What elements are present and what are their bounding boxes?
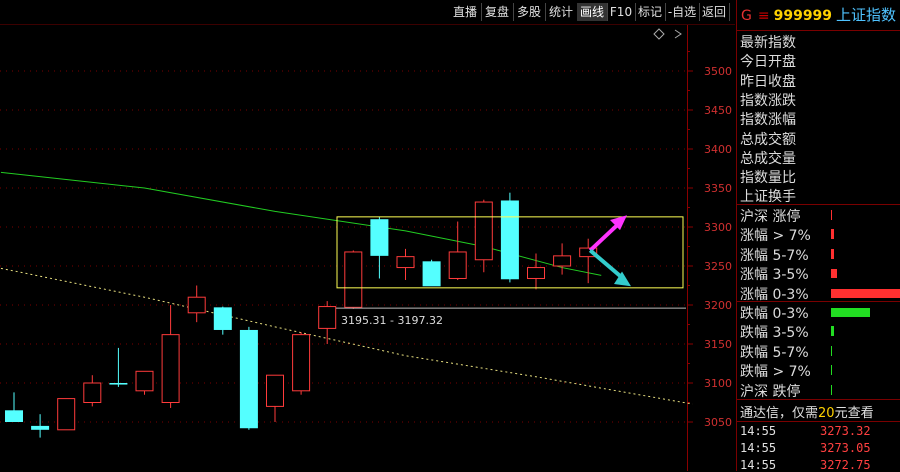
field-label: 指数量比 (740, 170, 796, 187)
y-tick-label: 3200 (704, 299, 732, 312)
stat-tick-up (831, 248, 834, 259)
toolbar-button-1[interactable]: 复盘 (481, 3, 514, 21)
stat-label: 跌幅 0-3% (740, 306, 809, 322)
stat-tick-down (831, 345, 832, 356)
toolbar: 直播 复盘 多股 统计 画线 F10 标记 -自选 返回 (0, 0, 735, 25)
y-tick-label: 3050 (704, 416, 732, 429)
stat-bar-up (831, 269, 837, 279)
field-label: 指数涨跌 (740, 92, 796, 109)
y-tick-label: 3150 (704, 338, 732, 351)
field-label: 今日开盘 (740, 54, 796, 71)
candle-down[interactable] (109, 383, 128, 385)
candle-up[interactable] (83, 382, 102, 403)
toolbar-button-2[interactable]: 多股 (513, 3, 546, 21)
quote-panel: G ≡ 999999 上证指数 最新指数今日开盘昨日收盘指数涨跌指数涨幅总成交额总成交… (736, 0, 900, 472)
candle-up[interactable] (344, 251, 363, 308)
trade-row: 14:55 3272.75 (740, 458, 900, 472)
field-label: 最新指数 (740, 35, 796, 51)
candle-down[interactable] (500, 200, 519, 280)
candle-down[interactable] (370, 219, 389, 256)
stat-tick-up (831, 210, 832, 220)
separator (737, 301, 900, 302)
trade-row: 14:55 3273.32 (740, 424, 900, 438)
toolbar-button-4[interactable]: 画线 (577, 3, 608, 21)
arrow-down (588, 248, 626, 281)
stat-bar-up (831, 288, 900, 298)
menu-icon[interactable]: ≡ (758, 8, 770, 24)
y-tick-label: 3350 (704, 182, 732, 195)
field-label: 总成交量 (740, 150, 796, 167)
stat-bar-down (831, 308, 870, 317)
range-label: 3195.31 - 3197.32 (341, 314, 443, 327)
trade-price: 3272.75 (820, 458, 871, 472)
promo-prefix: 通达信，仅需 (740, 406, 819, 421)
candle-up[interactable] (292, 334, 311, 392)
trade-time: 14:55 (740, 424, 777, 438)
candle-up[interactable] (474, 201, 493, 261)
stat-label: 涨幅 > 7% (740, 228, 811, 245)
separator (737, 421, 900, 422)
stat-label: 沪深 跌停 (740, 383, 801, 400)
trade-price: 3273.05 (820, 441, 871, 455)
candle-down[interactable] (213, 307, 232, 330)
toolbar-button-0[interactable]: 直播 (449, 3, 482, 21)
separator (737, 204, 900, 205)
security-code: 999999 (773, 8, 833, 24)
stat-tick-up (831, 229, 834, 240)
candle-up[interactable] (553, 255, 572, 267)
candle-up[interactable] (448, 251, 467, 279)
candle-down[interactable] (422, 261, 441, 287)
trade-time: 14:55 (740, 458, 777, 472)
stat-label: 涨幅 3-5% (740, 267, 809, 284)
candle-up[interactable] (57, 398, 76, 431)
candle-up[interactable] (318, 306, 337, 329)
candle-up[interactable] (161, 334, 180, 404)
trade-time: 14:55 (740, 441, 777, 455)
y-tick-label: 3450 (704, 104, 732, 117)
candle-up[interactable] (527, 267, 545, 279)
stat-tick-down (831, 326, 834, 337)
candle-up[interactable] (135, 370, 154, 392)
candle-up[interactable] (396, 256, 415, 269)
promo-highlight: 20 (818, 406, 835, 421)
candle-up[interactable] (266, 374, 284, 407)
toolbar-button-8[interactable]: 返回 (699, 3, 730, 21)
y-tick-label: 3500 (704, 65, 732, 78)
y-tick-label: 3300 (704, 221, 732, 234)
security-header: G ≡ 999999 上证指数 (737, 0, 900, 31)
candle-down[interactable] (5, 410, 23, 422)
diamond-icon[interactable] (653, 28, 665, 40)
y-tick-label: 3100 (704, 377, 732, 390)
toolbar-button-5[interactable]: F10 (607, 3, 636, 21)
candle-down[interactable] (239, 329, 258, 429)
field-label: 总成交额 (740, 131, 796, 148)
toolbar-button-6[interactable]: 标记 (635, 3, 666, 21)
kline-chart[interactable]: 3500 3450 3400 3350 3300 3250 3200 3150 3100 3050… (0, 25, 735, 471)
trade-price: 3273.32 (820, 424, 871, 438)
collapse-icon[interactable] (674, 29, 682, 39)
separator (737, 399, 900, 400)
field-label: 指数涨幅 (740, 112, 796, 129)
toolbar-button-3[interactable]: 统计 (545, 3, 578, 21)
candle-up[interactable] (187, 296, 206, 314)
security-name: 上证指数 (836, 6, 897, 24)
stat-label: 跌幅 3-5% (740, 325, 809, 342)
market-letter: G (741, 8, 752, 24)
toolbar-button-7[interactable]: -自选 (665, 3, 700, 21)
stat-label: 沪深 涨停 (740, 209, 801, 225)
stat-label: 跌幅 > 7% (740, 364, 811, 381)
stat-label: 跌幅 5-7% (740, 344, 809, 361)
trade-row: 14:55 3273.05 (740, 441, 900, 455)
candle-down[interactable] (31, 425, 50, 430)
stat-label: 涨幅 5-7% (740, 247, 809, 264)
field-label: 昨日收盘 (740, 73, 796, 90)
promo-notice[interactable]: 通达信，仅需20元查看 (740, 402, 874, 421)
stat-tick-down (831, 365, 832, 376)
y-tick-label: 3400 (704, 143, 732, 156)
stat-tick-down (831, 384, 832, 395)
y-tick-label: 3250 (704, 260, 732, 273)
promo-suffix: 元查看 (834, 406, 874, 421)
